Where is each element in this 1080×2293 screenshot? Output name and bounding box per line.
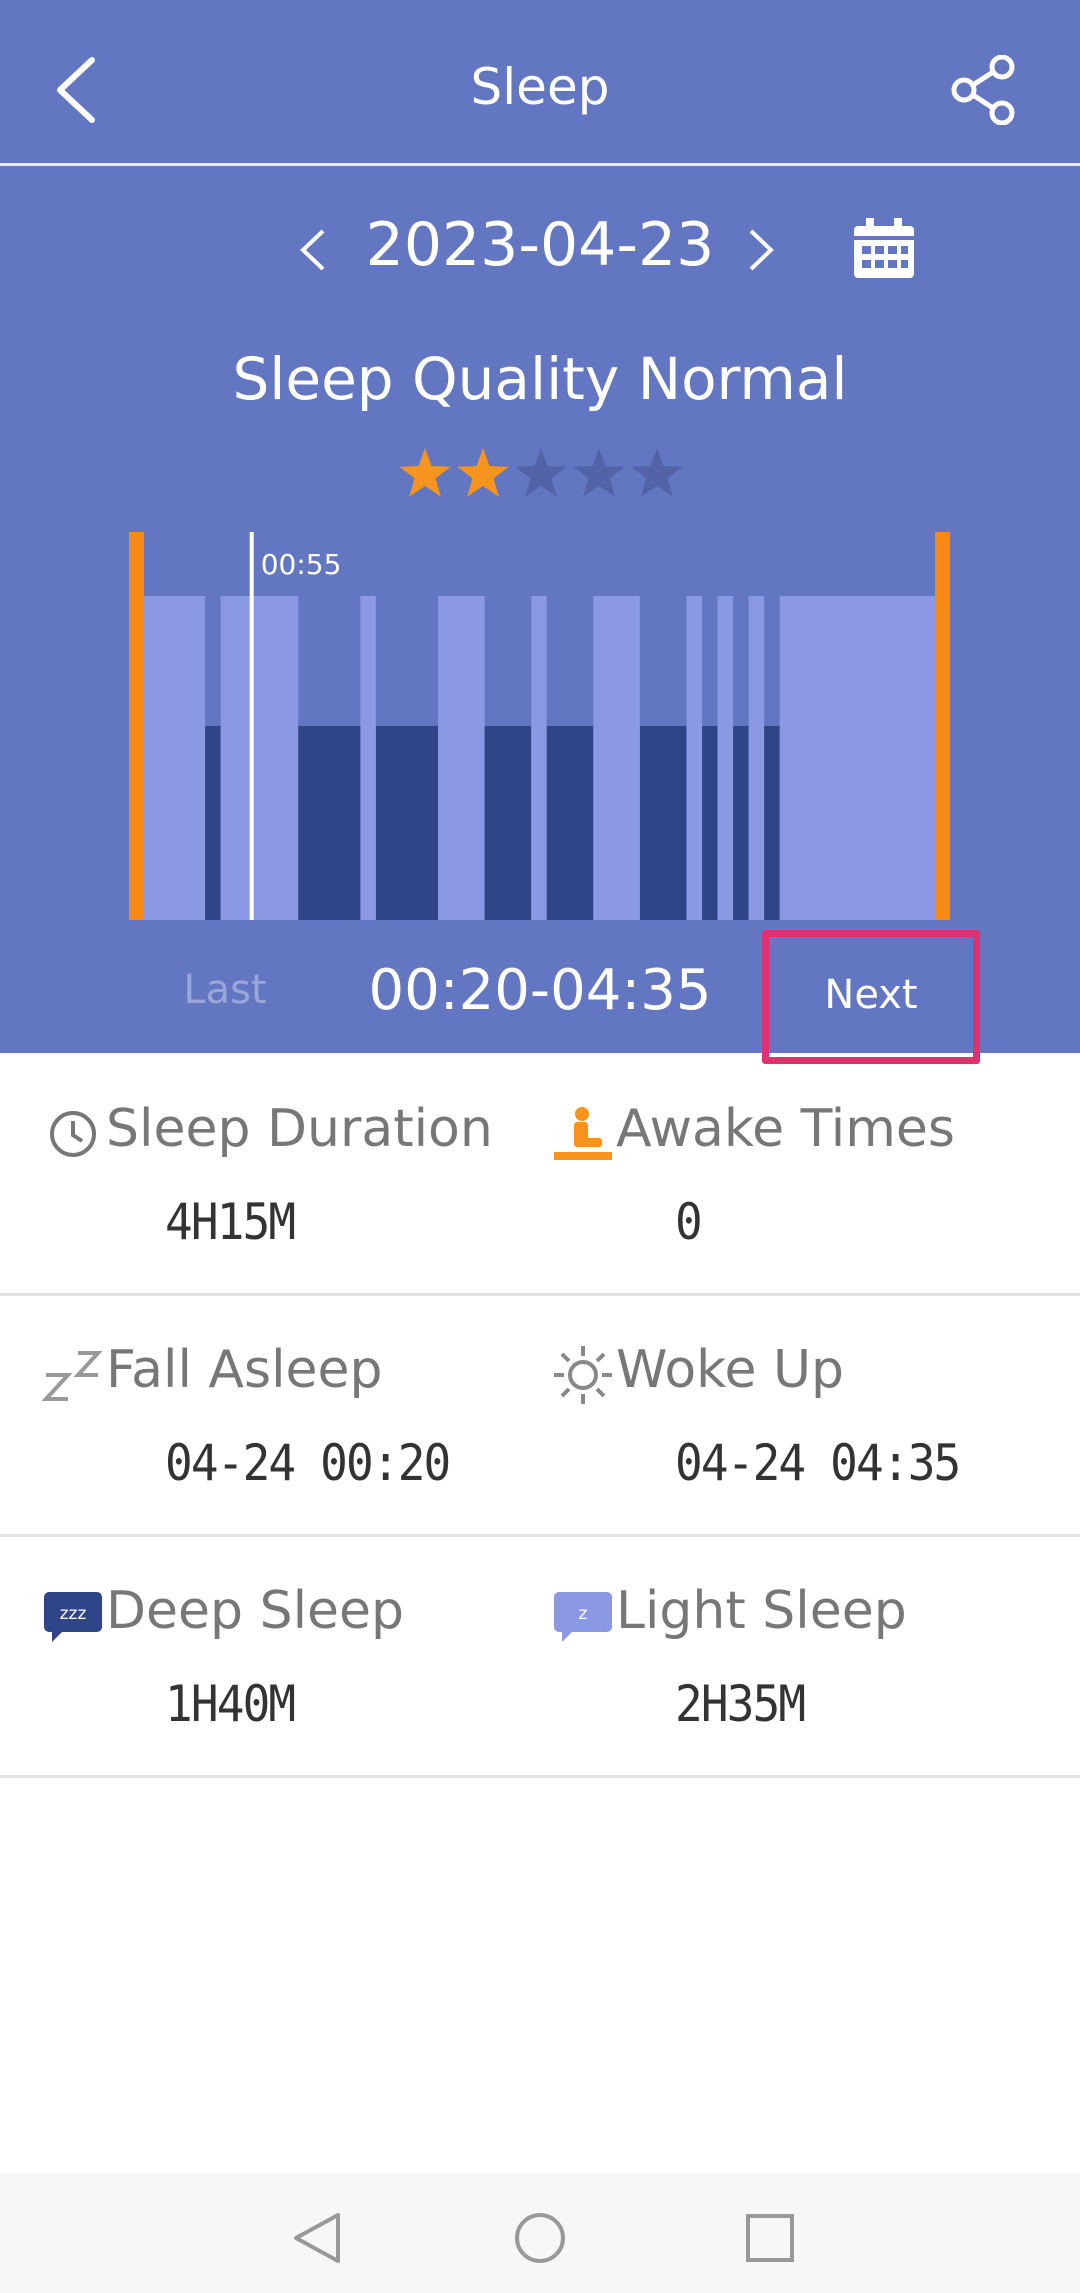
previous-date-button[interactable] [288,222,338,278]
sun-icon [550,1342,616,1408]
svg-text:z: z [579,1604,588,1624]
deep-sleep-bar [639,726,687,920]
nav-back-icon[interactable] [282,2203,352,2273]
light-sleep-bar [779,596,935,920]
stat-label: Deep Sleep [106,1581,405,1641]
sleep-quality-rating [396,445,686,505]
stat-label: Woke Up [616,1340,845,1400]
next-button[interactable]: Next [762,930,980,1064]
page-title: Sleep [470,58,610,116]
stat-row: Fall Asleep 04-24 00:20 Woke Up 04-24 04… [0,1296,1080,1537]
light-sleep-badge-icon: z [550,1583,616,1649]
stat-value: 04-24 04:35 [675,1434,961,1492]
light-sleep-bar [143,596,206,920]
clock-icon [40,1101,106,1167]
sleep-quality-text: Sleep Quality Normal [232,345,848,413]
top-app-bar: Sleep [0,0,1080,166]
deep-sleep-bar [702,726,718,920]
sleep-header: Sleep 2023-04-23 Sleep Quality Normal 00… [0,0,1080,1064]
stat-value: 0 [675,1193,703,1251]
star-filled-icon [457,448,509,497]
share-icon [951,54,1015,126]
stat-label: Fall Asleep [106,1340,383,1400]
light-sleep-bar [748,596,765,920]
stat-woke-up: Woke Up 04-24 04:35 [550,1296,1060,1536]
stat-value: 1H40M [165,1675,296,1733]
light-sleep-bar [360,596,376,920]
next-date-button[interactable] [736,222,786,278]
system-navigation-bar [0,2173,1080,2293]
star-filled-icon [399,448,451,497]
light-sleep-bar [593,596,640,920]
sleep-start-marker [129,532,144,920]
stat-value: 2H35M [675,1675,806,1733]
deep-sleep-badge-icon: zzz [40,1583,106,1649]
current-date[interactable]: 2023-04-23 [340,210,740,280]
calendar-button[interactable] [852,218,916,280]
deep-sleep-bar [764,726,780,920]
stat-awake-times: Awake Times 0 [550,1055,1060,1295]
share-button[interactable] [950,54,1020,126]
star-empty-icon [515,448,567,497]
time-range: 00:20-04:35 [368,958,712,1023]
light-sleep-bar [686,596,703,920]
stat-fall-asleep: Fall Asleep 04-24 00:20 [40,1296,550,1536]
light-sleep-bar [717,596,734,920]
calendar-icon [854,218,914,278]
sleep-end-marker [935,532,950,920]
stat-row: zzz Deep Sleep 1H40M z Light Sleep 2H35M [0,1537,1080,1778]
deep-sleep-bar [205,726,221,920]
date-selector: 2023-04-23 [0,200,1080,300]
stat-label: Light Sleep [616,1581,907,1641]
awake-person-icon [550,1101,616,1167]
nav-home-icon[interactable] [505,2203,575,2273]
stat-deep-sleep: zzz Deep Sleep 1H40M [40,1537,550,1777]
stat-row: Sleep Duration 4H15M Awake Times 0 [0,1055,1080,1296]
stat-value: 4H15M [165,1193,296,1251]
nav-recents-icon[interactable] [735,2203,805,2273]
deep-sleep-bar [375,726,439,920]
svg-text:zzz: zzz [60,1604,87,1624]
light-sleep-bar [531,596,547,920]
star-empty-icon [573,448,625,497]
light-sleep-bar [220,596,299,920]
star-empty-icon [631,448,683,497]
deep-sleep-bar [546,726,594,920]
chevron-right-icon [749,229,774,271]
stat-light-sleep: z Light Sleep 2H35M [550,1537,1060,1777]
last-button[interactable]: Last [160,960,290,1020]
stat-label: Awake Times [616,1099,955,1159]
deep-sleep-bar [298,726,361,920]
deep-sleep-bar [733,726,749,920]
chevron-left-icon [300,229,325,271]
time-range-selector: Last 00:20-04:35 Next [0,930,1080,1064]
stat-label: Sleep Duration [106,1099,493,1159]
sleep-stats: Sleep Duration 4H15M Awake Times 0 Fall … [0,1055,1080,1778]
stat-sleep-duration: Sleep Duration 4H15M [40,1055,550,1295]
chart-cursor-time: 00:55 [260,548,342,581]
stat-value: 04-24 00:20 [165,1434,451,1492]
light-sleep-bar [438,596,485,920]
deep-sleep-bar [484,726,532,920]
zzz-icon [40,1342,106,1408]
